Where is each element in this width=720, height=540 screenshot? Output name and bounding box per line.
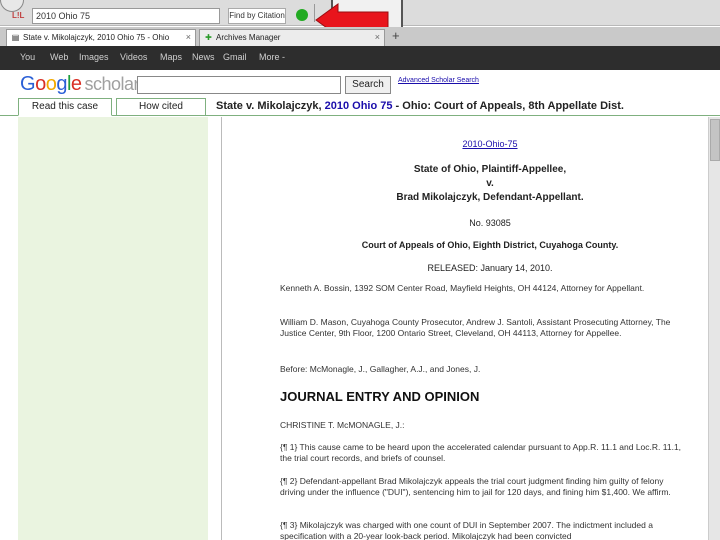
citation-link[interactable]: 2010-Ohio-75 — [280, 139, 700, 149]
tab-how-cited[interactable]: How cited — [116, 98, 206, 116]
panel-judges: Before: McMonagle, J., Gallagher, A.J., … — [280, 364, 481, 374]
nav-videos[interactable]: Videos — [120, 52, 147, 62]
case-document: 2010-Ohio-75 State of Ohio, Plaintiff-Ap… — [221, 117, 720, 540]
scholar-search-input[interactable] — [137, 76, 341, 94]
status-green-icon[interactable] — [296, 9, 308, 21]
google-nav-bar: You Web Images Videos Maps News Gmail Mo… — [0, 46, 720, 70]
nav-maps[interactable]: Maps — [160, 52, 182, 62]
advanced-search-link[interactable]: Advanced Scholar Search — [398, 77, 479, 84]
release-date: RELEASED: January 14, 2010. — [427, 263, 553, 273]
counsel-appellee: William D. Mason, Cuyahoga County Prosec… — [280, 317, 671, 338]
paragraph-2: {¶ 2} Defendant-appellant Brad Mikolajcz… — [280, 476, 671, 497]
left-sidebar-panel — [18, 117, 208, 540]
find-by-citation-button[interactable]: Find by Citation — [228, 8, 286, 24]
paragraph-1: {¶ 1} This cause came to be heard upon t… — [280, 442, 682, 463]
tab-bar: ▤ State v. Mikolajczyk, 2010 Ohio 75 - O… — [0, 27, 720, 46]
tab-label: State v. Mikolajczyk, 2010 Ohio 75 - Ohi… — [23, 33, 170, 42]
tab-read-this-case[interactable]: Read this case — [18, 98, 112, 116]
opinion-author: CHRISTINE T. McMONAGLE, J.: — [280, 420, 405, 430]
nav-more[interactable]: More - — [259, 52, 285, 62]
tab-archives-manager[interactable]: ✚ Archives Manager × — [199, 29, 385, 46]
tab-label: Archives Manager — [216, 33, 281, 42]
google-scholar-logo[interactable]: Google scholar — [20, 73, 140, 96]
counsel-appellant: Kenneth A. Bossin, 1392 SOM Center Road,… — [280, 283, 645, 293]
case-title: State v. Mikolajczyk, 2010 Ohio 75 - Ohi… — [216, 100, 624, 112]
nav-gmail[interactable]: Gmail — [223, 52, 247, 62]
nav-web[interactable]: Web — [50, 52, 68, 62]
page-icon: ▤ — [11, 33, 20, 42]
puzzle-icon: ✚ — [205, 33, 212, 42]
nav-you[interactable]: You — [20, 52, 35, 62]
nav-images[interactable]: Images — [79, 52, 109, 62]
close-icon[interactable]: × — [375, 30, 380, 45]
close-icon[interactable]: × — [186, 30, 191, 45]
paragraph-3: {¶ 3} Mikolajczyk was charged with one c… — [280, 520, 653, 540]
citation-search-input[interactable]: 2010 Ohio 75 — [32, 8, 220, 24]
search-button[interactable]: Search — [345, 76, 391, 94]
case-parties: State of Ohio, Plaintiff-Appellee, v. Br… — [396, 164, 584, 203]
docket-number: No. 93085 — [469, 218, 511, 228]
nav-news[interactable]: News — [192, 52, 215, 62]
new-tab-button[interactable]: + — [392, 28, 400, 44]
opinion-heading: JOURNAL ENTRY AND OPINION — [280, 389, 480, 404]
extension-icon[interactable]: L!L — [12, 11, 24, 20]
scholar-header: Google scholar Search Advanced Scholar Se… — [0, 70, 720, 98]
tab-case[interactable]: ▤ State v. Mikolajczyk, 2010 Ohio 75 - O… — [6, 29, 196, 46]
scrollbar-thumb[interactable] — [710, 119, 720, 161]
document-scrollbar[interactable] — [708, 117, 720, 540]
court-name: Court of Appeals of Ohio, Eighth Distric… — [361, 240, 619, 250]
case-tabs-bar: Read this case How cited State v. Mikola… — [0, 98, 720, 116]
